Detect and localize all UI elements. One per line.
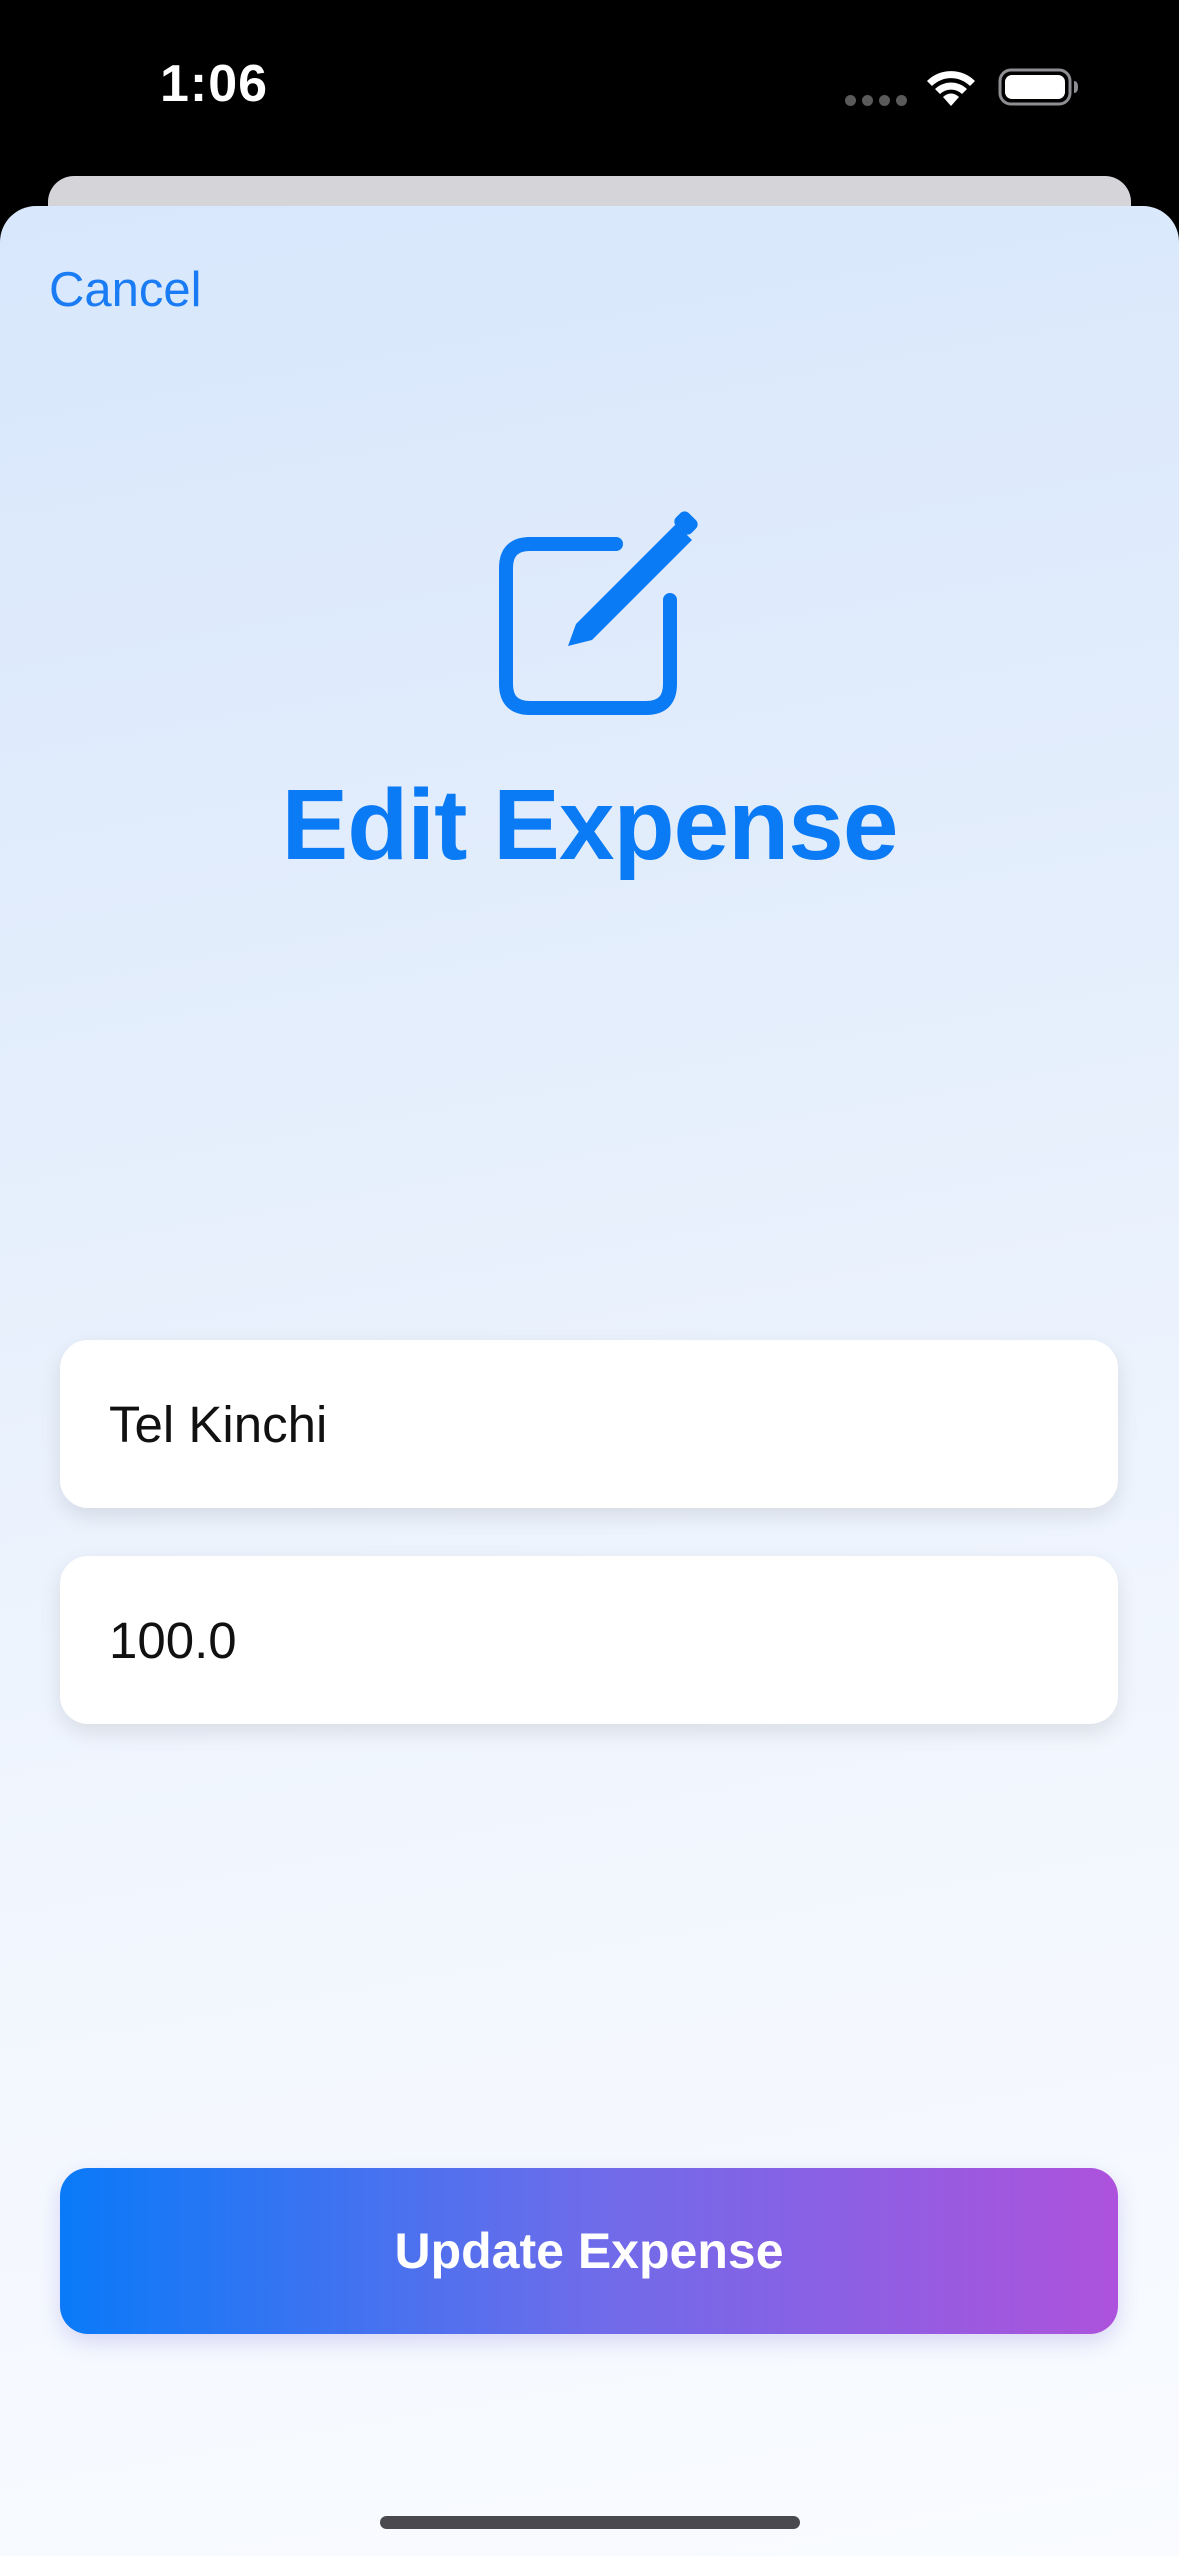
expense-name-field[interactable]: Tel Kinchi bbox=[60, 1340, 1118, 1508]
status-bar: 1:06 bbox=[0, 0, 1179, 180]
battery-icon bbox=[998, 68, 1078, 106]
expense-amount-field[interactable]: 100.0 bbox=[60, 1556, 1118, 1724]
home-indicator[interactable] bbox=[380, 2516, 800, 2529]
square-and-pencil-icon bbox=[499, 511, 698, 715]
page-title: Edit Expense bbox=[281, 769, 899, 881]
cellular-signal-icon bbox=[845, 95, 907, 106]
wifi-icon bbox=[927, 71, 975, 106]
cancel-button[interactable]: Cancel bbox=[49, 262, 202, 318]
update-expense-button[interactable]: Update Expense bbox=[60, 2168, 1118, 2334]
edit-expense-sheet: Cancel Edit Expense Tel Kinchi 100.0 Upd… bbox=[0, 206, 1179, 2556]
status-time: 1:06 bbox=[160, 55, 269, 113]
